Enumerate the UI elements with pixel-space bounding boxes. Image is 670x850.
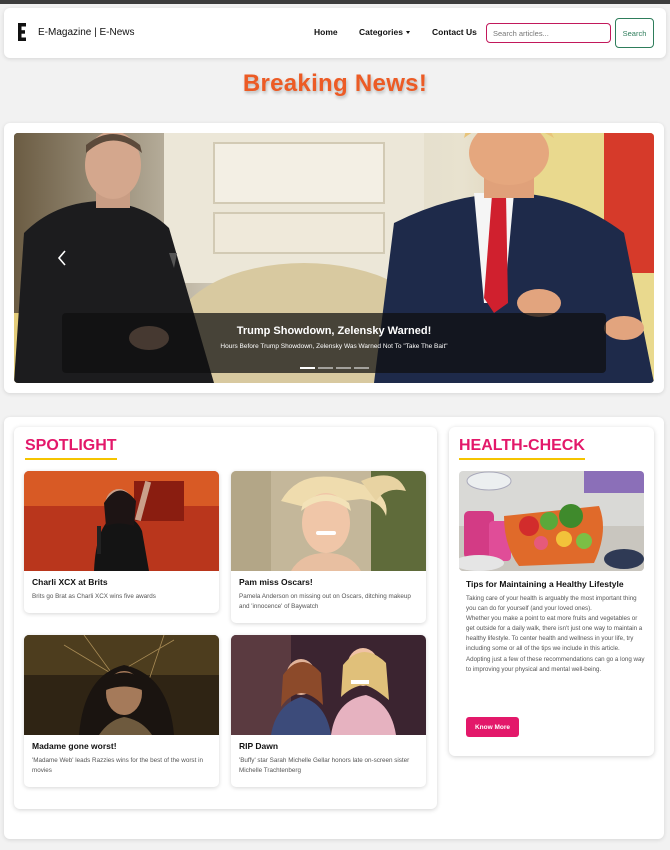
spotlight-card-title: Madame gone worst! [32,741,117,751]
carousel-indicator[interactable] [300,367,315,369]
breaking-news-heading: Breaking News! [242,70,428,97]
carousel-indicator[interactable] [336,367,351,369]
nav-categories-dropdown[interactable]: Categories [359,27,410,37]
healthy-food-thumbnail [459,471,644,571]
spotlight-card[interactable]: Charli XCX at Brits Brits go Brat as Cha… [24,471,219,613]
spotlight-card-desc: Brits go Brat as Charli XCX wins five aw… [32,593,156,600]
chevron-left-icon[interactable] [54,248,72,268]
carousel-indicators [300,367,369,369]
nav-home-link[interactable]: Home [314,27,338,37]
carousel-caption: Trump Showdown, Zelensky Warned! Hours B… [62,313,606,373]
search-input[interactable] [486,23,611,43]
spotlight-card-desc: Pamela Anderson on missing out on Oscars… [239,593,411,610]
nav-categories-label: Categories [359,27,403,37]
health-article-body: Taking care of your health is arguably t… [466,594,646,675]
health-article-title: Tips for Maintaining a Healthy Lifestyle [466,579,624,589]
carousel-caption-title: Trump Showdown, Zelensky Warned! [236,325,432,337]
spotlight-card-desc: 'Buffy' star Sarah Michelle Gellar honor… [239,757,410,774]
carousel-indicator[interactable] [354,367,369,369]
madame-web-thumbnail [24,635,219,735]
spotlight-card[interactable]: Pam miss Oscars! Pamela Anderson on miss… [231,471,426,623]
nav-contact-link[interactable]: Contact Us [432,27,477,37]
spotlight-card-title: Pam miss Oscars! [239,577,313,587]
health-paragraph: Adopting just a few of these recommendat… [466,655,645,673]
carousel-caption-subtitle: Hours Before Trump Showdown, Zelensky Wa… [220,343,448,350]
news-carousel[interactable]: Trump Showdown, Zelensky Warned! Hours B… [14,133,654,383]
spotlight-heading: SPOTLIGHT [25,437,117,460]
health-check-section: HEALTH-CHECK Tips for Maintaining a Heal… [449,427,654,756]
spotlight-card-title: RIP Dawn [239,741,279,751]
navbar: E-Magazine | E-News Home Categories Cont… [4,8,666,58]
spotlight-card[interactable]: Madame gone worst! 'Madame Web' leads Ra… [24,635,219,787]
caret-down-icon [405,31,410,35]
brand-name[interactable]: E-Magazine | E-News [38,27,135,38]
spotlight-card[interactable]: RIP Dawn 'Buffy' star Sarah Michelle Gel… [231,635,426,787]
brand-logo-icon[interactable] [18,23,27,41]
pamela-anderson-thumbnail [231,471,426,571]
search-button[interactable]: Search [615,18,654,48]
buffy-thumbnail [231,635,426,735]
carousel-card: Trump Showdown, Zelensky Warned! Hours B… [4,123,664,393]
spotlight-card-title: Charli XCX at Brits [32,577,108,587]
know-more-button[interactable]: Know More [466,717,519,737]
health-paragraph: Whether you make a point to eat more fru… [466,615,643,653]
health-check-heading: HEALTH-CHECK [459,437,585,460]
charli-xcx-thumbnail [24,471,219,571]
carousel-indicator[interactable] [318,367,333,369]
spotlight-section: SPOTLIGHT Charli XCX at Brits Brits go B… [14,427,437,809]
spotlight-card-desc: 'Madame Web' leads Razzies wins for the … [32,757,203,774]
top-bar [0,0,670,4]
health-paragraph: Taking care of your health is arguably t… [466,595,637,613]
health-article-image[interactable] [459,471,644,571]
